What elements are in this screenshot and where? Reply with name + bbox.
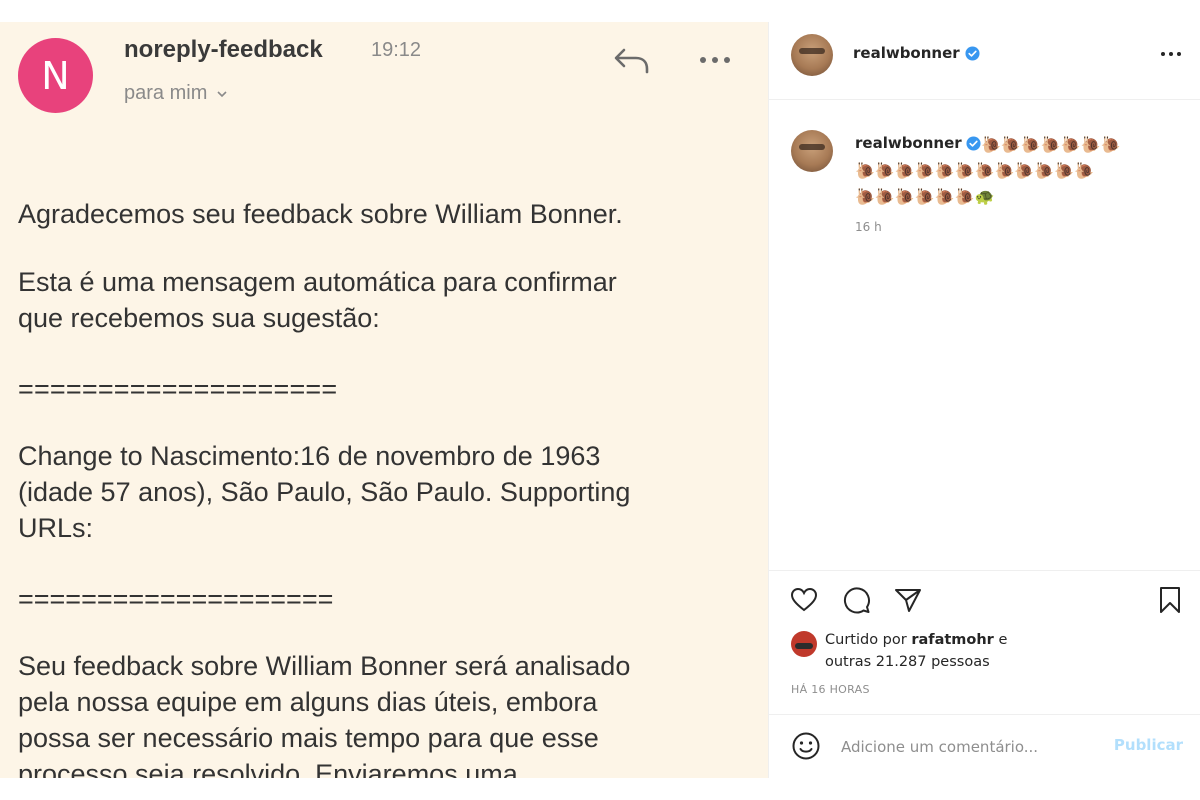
likes-count[interactable]: outras 21.287 pessoas xyxy=(825,651,1007,673)
more-options-icon[interactable] xyxy=(1159,44,1183,64)
emoji-line: 🐌🐌🐌🐌🐌🐌🐢 xyxy=(855,187,995,206)
publish-button[interactable]: Publicar xyxy=(1114,736,1183,754)
comment-icon[interactable] xyxy=(841,585,871,615)
text-line: Seu feedback sobre William Bonner será a… xyxy=(18,651,631,681)
text-line: (idade 57 anos), São Paulo, São Paulo. S… xyxy=(18,477,631,507)
paragraph-review: Seu feedback sobre William Bonner será a… xyxy=(18,648,630,778)
text-line: pela nossa equipe em alguns dias úteis, … xyxy=(18,687,598,717)
comment-username[interactable]: realwbonner xyxy=(855,134,981,152)
paragraph-confirmation: Esta é uma mensagem automática para conf… xyxy=(18,264,617,336)
profile-avatar[interactable] xyxy=(791,34,833,76)
text-line: que recebemos sua sugestão: xyxy=(18,303,380,333)
sender-avatar: N xyxy=(18,38,93,113)
username-label: realwbonner xyxy=(853,44,960,62)
comment-form: Publicar xyxy=(769,714,1200,778)
post-username[interactable]: realwbonner xyxy=(853,44,980,62)
comment-time: 16 h xyxy=(855,220,882,234)
text-line: possa ser necessário mais tempo para que… xyxy=(18,723,599,753)
post-actions: Curtido por rafatmohr e outras 21.287 pe… xyxy=(769,570,1200,698)
more-options-icon[interactable] xyxy=(695,50,735,70)
liker-avatar[interactable] xyxy=(791,631,817,657)
emoji-line: 🐌🐌🐌🐌🐌🐌🐌 xyxy=(981,135,1121,154)
post-timestamp: HÁ 16 HORAS xyxy=(791,683,870,696)
verified-badge-icon xyxy=(966,135,981,151)
username-label: realwbonner xyxy=(855,134,962,152)
text-line: URLs: xyxy=(18,513,94,543)
verified-badge-icon xyxy=(965,45,980,61)
instagram-panel: realwbonner 🐌🐌🐌🐌🐌🐌🐌 🐌🐌🐌🐌🐌🐌🐌🐌🐌🐌🐌🐌 🐌🐌🐌🐌🐌🐌🐢… xyxy=(768,22,1200,778)
share-icon[interactable] xyxy=(893,585,923,615)
text-line: Esta é uma mensagem automática para conf… xyxy=(18,267,617,297)
email-time: 19:12 xyxy=(371,39,422,61)
sender-name: noreply-feedback xyxy=(124,36,323,63)
liked-by: Curtido por rafatmohr e outras 21.287 pe… xyxy=(791,629,1007,673)
likes-summary[interactable]: Curtido por rafatmohr e outras 21.287 pe… xyxy=(825,629,1007,673)
recipient-dropdown[interactable]: para mim xyxy=(124,82,229,105)
paragraph-thanks: Agradecemos seu feedback sobre William B… xyxy=(18,199,623,229)
emoji-smile-icon[interactable] xyxy=(791,731,821,761)
reply-icon[interactable] xyxy=(612,44,652,78)
comment-input[interactable] xyxy=(841,735,1101,759)
comment-avatar[interactable] xyxy=(791,130,833,172)
heart-icon[interactable] xyxy=(789,585,819,615)
liked-suffix: e xyxy=(993,632,1008,648)
recipient-label: para mim xyxy=(124,82,208,104)
bookmark-icon[interactable] xyxy=(1155,585,1185,615)
emoji-line: 🐌🐌🐌🐌🐌🐌🐌🐌🐌🐌🐌🐌 xyxy=(855,161,1095,180)
liked-prefix: Curtido por xyxy=(825,632,912,648)
chevron-down-icon xyxy=(217,90,227,97)
text-line: Change to Nascimento:16 de novembro de 1… xyxy=(18,441,601,471)
paragraph-suggestion: Change to Nascimento:16 de novembro de 1… xyxy=(18,438,630,546)
separator-line: ==================== xyxy=(18,584,334,614)
post-header: realwbonner xyxy=(769,22,1200,100)
text-line: processo seja resolvido. Enviaremos uma xyxy=(18,759,518,778)
liker-username[interactable]: rafatmohr xyxy=(911,632,994,648)
separator-line: ==================== xyxy=(18,374,338,404)
email-panel: N noreply-feedback 19:12 para mim Agrade… xyxy=(0,22,768,778)
